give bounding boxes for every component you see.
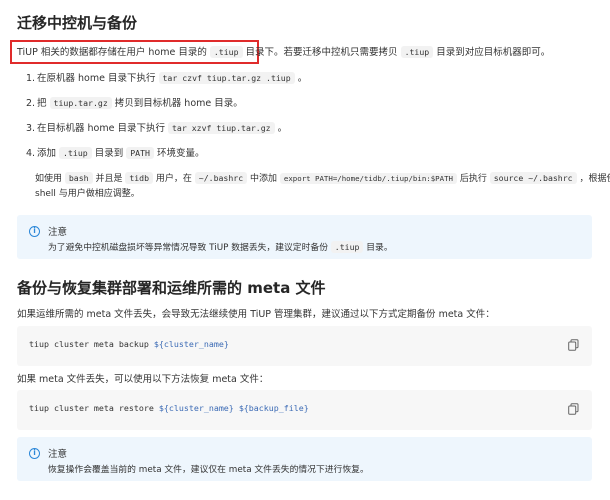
inline-code: .tiup xyxy=(330,241,364,253)
list-number: 4. xyxy=(26,148,36,159)
step-text: 把 xyxy=(37,98,50,109)
inline-code: tar czvf tiup.tar.gz .tiup xyxy=(158,72,295,84)
step-text: 目录到 xyxy=(91,148,127,159)
note-text: 为了避免中控机磁盘损坏等异常情况导致 TiUP 数据丢失，建议定时备份 xyxy=(48,243,331,253)
step-text: 添加 xyxy=(37,148,60,159)
section-heading-migrate: 迁移中控机与备份 xyxy=(17,14,138,32)
intro-text-b: 目录下 xyxy=(242,47,275,58)
info-icon: i xyxy=(29,448,40,459)
detail-text: 后执行 xyxy=(456,174,490,184)
code-command: tiup cluster meta backup xyxy=(29,339,154,349)
code-variable: ${cluster_name} xyxy=(158,403,234,413)
section-heading-meta: 备份与恢复集群部署和运维所需的 meta 文件 xyxy=(17,279,326,297)
step4-detail: 如使用 bash 并且是 tidb 用户，在 ~/.bashrc 中添加 exp… xyxy=(35,171,610,186)
code-text: tiup cluster meta backup ${cluster_name} xyxy=(29,339,229,349)
inline-code: .tiup xyxy=(59,147,92,159)
intro-text-c: 。若要迁移中控机只需要拷贝 xyxy=(274,47,401,58)
detail-text: 用户，在 xyxy=(153,174,195,184)
step-text: 。 xyxy=(294,73,308,84)
note-body: 恢复操作会覆盖当前的 meta 文件，建议仅在 meta 文件丢失的情况下进行恢… xyxy=(48,465,369,475)
detail-text: 并且是 xyxy=(92,174,126,184)
inline-code: .tiup xyxy=(400,46,434,58)
copy-icon[interactable] xyxy=(568,339,579,351)
note-callout: i 注意 为了避免中控机磁盘损坏等异常情况导致 TiUP 数据丢失，建议定时备份… xyxy=(17,215,592,259)
list-item: 3. 在目标机器 home 目录下执行 tar xzvf tiup.tar.gz … xyxy=(26,121,287,136)
list-number: 1. xyxy=(26,73,36,84)
copy-icon[interactable] xyxy=(568,403,579,415)
list-item: 1. 在原机器 home 目录下执行 tar czvf tiup.tar.gz .… xyxy=(26,71,307,86)
code-command: tiup cluster meta restore xyxy=(29,403,159,413)
note-text: 目录。 xyxy=(363,243,393,253)
detail-text: 中添加 xyxy=(247,174,280,184)
list-number: 2. xyxy=(26,98,36,109)
list-item: 2. 把 tiup.tar.gz 拷贝到目标机器 home 目录。 xyxy=(26,96,243,111)
inline-code: PATH xyxy=(126,147,154,159)
note-body: 为了避免中控机磁盘损坏等异常情况导致 TiUP 数据丢失，建议定时备份 .tiu… xyxy=(48,240,393,253)
list-number: 3. xyxy=(26,123,36,134)
intro-text-a: TiUP 相关的数据都存储在用户 home 目录的 xyxy=(17,47,210,58)
inline-code: tar xzvf tiup.tar.gz xyxy=(168,122,275,134)
note-callout: i 注意 恢复操作会覆盖当前的 meta 文件，建议仅在 meta 文件丢失的情… xyxy=(17,437,592,481)
note-title: 注意 xyxy=(48,449,68,460)
step-text: 环境变量。 xyxy=(153,148,205,159)
inline-code: bash xyxy=(64,172,93,184)
step-text: 。 xyxy=(274,123,288,134)
inline-code: ~/.bashrc xyxy=(194,172,248,184)
step4-detail-line2: shell 与用户做相应调整。 xyxy=(35,189,140,199)
intro-paragraph: TiUP 相关的数据都存储在用户 home 目录的 .tiup 目录下。若要迁移… xyxy=(17,45,550,60)
step-text: 在目标机器 home 目录下执行 xyxy=(37,123,168,134)
detail-text: ，根据使用的 xyxy=(579,174,610,184)
intro-text-d: 目录到对应目标机器即可。 xyxy=(433,47,551,58)
inline-code: tiup.tar.gz xyxy=(49,97,112,109)
code-variable: ${backup_file} xyxy=(238,403,309,413)
step-text: 拷贝到目标机器 home 目录。 xyxy=(111,98,243,109)
code-block-restore: tiup cluster meta restore ${cluster_name… xyxy=(17,390,592,430)
info-icon: i xyxy=(29,226,40,237)
detail-text: 如使用 xyxy=(35,174,65,184)
step-text: 在原机器 home 目录下执行 xyxy=(37,73,159,84)
meta-paragraph-2: 如果 meta 文件丢失，可以使用以下方法恢复 meta 文件： xyxy=(17,374,269,385)
code-variable: ${cluster_name} xyxy=(153,339,229,349)
document-page: 迁移中控机与备份 TiUP 相关的数据都存储在用户 home 目录的 .tiup… xyxy=(0,0,610,500)
inline-code: source ~/.bashrc xyxy=(489,172,577,184)
code-text: tiup cluster meta restore ${cluster_name… xyxy=(29,403,309,413)
inline-code: .tiup xyxy=(209,46,243,58)
code-block-backup: tiup cluster meta backup ${cluster_name} xyxy=(17,326,592,366)
note-title: 注意 xyxy=(48,227,68,238)
meta-paragraph-1: 如果运维所需的 meta 文件丢失，会导致无法继续使用 TiUP 管理集群，建议… xyxy=(17,309,495,320)
list-item: 4. 添加 .tiup 目录到 PATH 环境变量。 xyxy=(26,146,204,161)
inline-code: tidb xyxy=(125,172,154,184)
inline-code: export PATH=/home/tidb/.tiup/bin:$PATH xyxy=(279,173,457,184)
